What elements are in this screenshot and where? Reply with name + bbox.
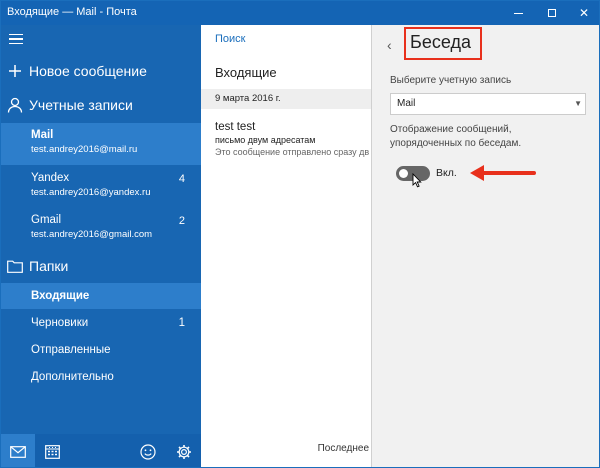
message-list-pane: Поиск Входящие 9 марта 2016 г. test test… — [201, 25, 371, 467]
close-button[interactable]: ✕ — [567, 1, 599, 25]
maximize-icon — [548, 9, 556, 17]
settings-button[interactable] — [167, 434, 201, 467]
unread-count: 4 — [178, 173, 185, 185]
account-email: test.andrey2016@gmail.com — [31, 229, 153, 240]
account-email: test.andrey2016@mail.ru — [31, 144, 138, 155]
toggle-state-label: Вкл. — [436, 167, 457, 179]
person-icon — [1, 97, 29, 113]
plus-icon — [1, 64, 29, 78]
conversation-label-line2: упорядоченных по беседам. — [390, 138, 522, 149]
accounts-button[interactable]: Учетные записи — [1, 90, 201, 120]
title-bar: Входящие — Mail - Почта ✕ — [1, 1, 599, 25]
mail-app-button[interactable] — [1, 434, 35, 467]
hamburger-menu-icon[interactable] — [9, 34, 23, 44]
navigation-pane: Новое сообщение Учетные записи Mail test… — [1, 25, 201, 467]
folder-sent[interactable]: Отправленные — [1, 337, 201, 363]
folder-label: Входящие — [31, 290, 90, 302]
account-mail[interactable]: Mail test.andrey2016@mail.ru — [1, 123, 201, 165]
account-gmail[interactable]: Gmail test.andrey2016@gmail.com 2 — [1, 207, 201, 249]
account-select[interactable]: Mail ▼ — [390, 93, 586, 115]
chevron-down-icon: ▼ — [574, 99, 582, 108]
folder-label: Отправленные — [31, 344, 111, 356]
new-message-label: Новое сообщение — [29, 63, 147, 79]
back-chevron-icon[interactable]: ‹ — [387, 37, 392, 53]
minimize-button[interactable] — [501, 1, 535, 25]
maximize-button[interactable] — [535, 1, 569, 25]
close-icon: ✕ — [578, 6, 590, 20]
calendar-app-button[interactable] — [35, 434, 69, 467]
account-name: Mail — [31, 129, 54, 141]
folder-drafts[interactable]: Черновики 1 — [1, 310, 201, 336]
folder-more[interactable]: Дополнительно — [1, 364, 201, 390]
message-preview: Это сообщение отправлено сразу дв — [215, 147, 370, 157]
app-switcher-bar — [1, 434, 201, 467]
folder-icon — [1, 260, 29, 273]
folder-inbox[interactable]: Входящие — [1, 283, 201, 309]
account-name: Gmail — [31, 214, 62, 226]
account-select-value: Mail — [397, 98, 416, 109]
folders-button[interactable]: Папки — [1, 251, 201, 281]
message-sender: test test — [215, 121, 256, 133]
feedback-button[interactable] — [131, 434, 165, 467]
toggle-knob — [399, 169, 408, 178]
new-message-button[interactable]: Новое сообщение — [1, 56, 201, 86]
mouse-cursor-icon — [412, 173, 422, 188]
mail-icon — [10, 445, 26, 458]
settings-heading: Беседа — [410, 32, 471, 52]
conversation-label-line1: Отображение сообщений, — [390, 124, 512, 135]
folder-count: 1 — [178, 317, 185, 329]
account-yandex[interactable]: Yandex test.andrey2016@yandex.ru 4 — [1, 165, 201, 207]
message-list-item[interactable]: test test письмо двум адресатам Это сооб… — [215, 121, 371, 157]
message-subject: письмо двум адресатам — [215, 135, 316, 145]
folder-label: Черновики — [31, 317, 89, 329]
mail-window: Входящие — Mail - Почта ✕ Новое сообщени… — [0, 0, 600, 468]
red-arrow-icon — [470, 165, 536, 181]
account-select-label: Выберите учетную запись — [390, 75, 512, 86]
smiley-icon — [140, 443, 156, 460]
folder-label: Дополнительно — [31, 371, 114, 383]
date-group-header: 9 марта 2016 г. — [201, 89, 371, 109]
accounts-label: Учетные записи — [29, 97, 133, 113]
gear-icon — [177, 444, 191, 459]
calendar-icon — [44, 445, 60, 459]
window-title: Входящие — Mail - Почта — [7, 6, 137, 18]
account-email: test.andrey2016@yandex.ru — [31, 187, 151, 198]
conversation-settings-pane: ‹ Беседа Выберите учетную запись Mail ▼ … — [371, 25, 599, 467]
folders-label: Папки — [29, 258, 69, 274]
minimize-icon — [513, 12, 523, 14]
search-link[interactable]: Поиск — [215, 33, 245, 45]
unread-count: 2 — [178, 215, 185, 227]
list-footer-text: Последнее — [317, 443, 369, 454]
folder-title: Входящие — [215, 65, 277, 80]
account-name: Yandex — [31, 172, 70, 184]
